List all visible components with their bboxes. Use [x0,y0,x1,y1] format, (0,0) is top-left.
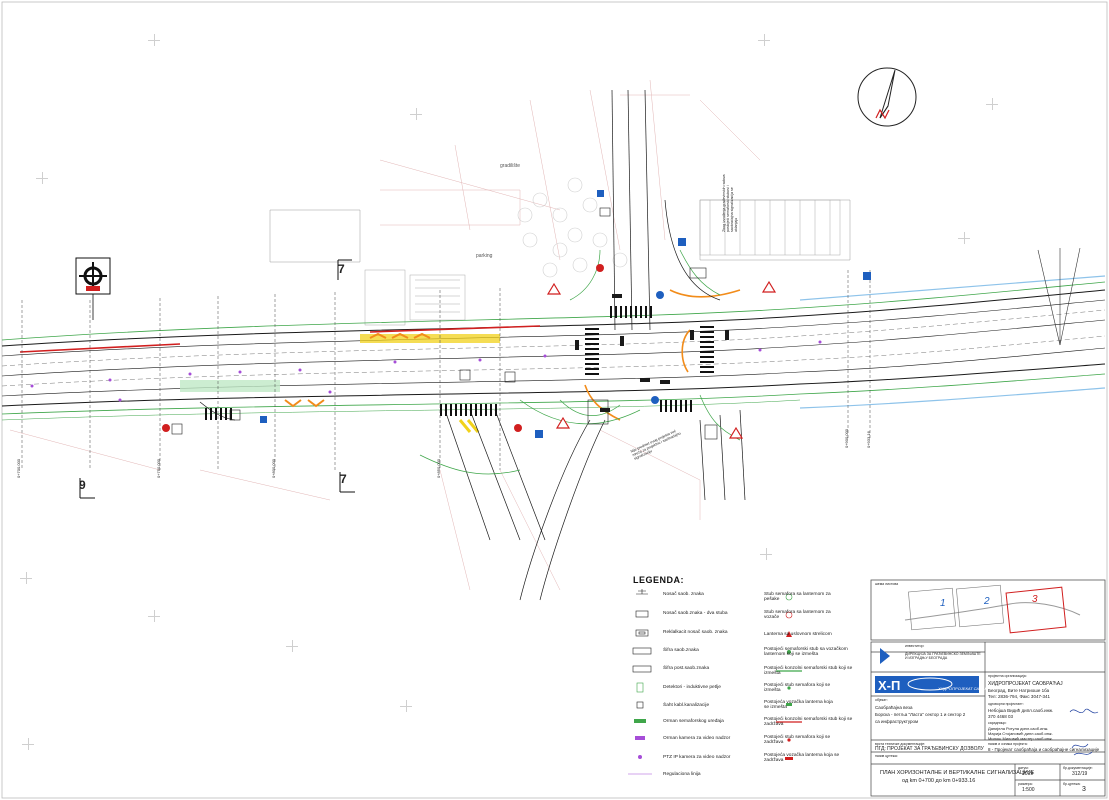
map-label-parking: parking [476,253,493,259]
key-plan-sheet-1: 1 [940,598,946,609]
docnum-value: 312/19 [1072,771,1088,777]
grid-cross [986,98,998,110]
legend-item: Stub semafora sa lanternom za pešake [764,592,831,602]
company-phone: Тел: 2836-794, Факс 3047-341 [988,694,1050,699]
investor-label: инвеститор: [905,644,925,648]
grid-cross [148,34,160,46]
chainage-label: 0+900.000 [844,428,849,448]
grid-cross [148,610,160,622]
chainage-label: 0+850.000 [436,458,441,478]
right-lines [1037,247,1081,346]
section-marks [79,259,355,499]
sheet-label: бр.цртежа: [1063,782,1081,786]
legend-item: Postojeća vozačka lanterna koja se izmeš… [764,700,833,710]
green-islands [419,249,741,475]
section-mark-top: 7 [338,262,345,276]
company-address: Београд, Вите Натриоше 1ба [988,688,1050,693]
date-value: 2019 [1022,771,1034,777]
north-arrow [857,67,917,127]
signalization-plan-drawing: Х-П [1,1,1108,799]
company-name: ХИДРОПРОЈЕКАТ САОБРАЋАЈ [988,681,1063,687]
key-plan-title: шема листова [875,582,899,586]
docnum-label: бр.документације: [1063,766,1093,770]
section-mark-left: 9 [79,478,86,492]
legend-item: Postojeći stub semafora koji se zadržava [764,735,831,745]
project-label: назив и ознака пројекта: [988,742,1028,746]
legend-item: Orman kamera za video nadzor [663,736,731,741]
section-mark-bottom: 7 [340,472,347,486]
sheet-number: 3 [1082,786,1086,793]
key-plan-sheet-3: 3 [1032,594,1038,605]
grid-cross [286,640,298,652]
legend-item: Postojeći stub semafora koji se izmešta [764,683,831,693]
legend-item: Regulaciona linija [663,772,701,777]
doc-type: ПГД: ПРОЈЕКАТ ЗА ГРАЂЕВИНСКУ ДОЗВОЛУ [875,746,984,752]
svg-text:Х-П: Х-П [878,678,900,693]
scale-label: размера: [1018,782,1033,786]
key-plan [870,579,1106,641]
chief-label: одговорни пројектант: [988,702,1024,706]
map-label-construction: gradilište [500,163,521,169]
object-label: објекат: [875,698,888,702]
chainage-label: 0+800.000 [271,458,276,478]
company-label: пројектна организација: [988,674,1027,678]
grid-cross [410,108,422,120]
drawing-range: од km 0+700 до km 0+933.16 [902,778,976,784]
legend-item: Postojeća vozačka lanterna koja se zadrž… [764,753,840,763]
legend-item: Šifra saob.znaka [663,648,699,653]
roundabout-sign [75,257,111,320]
chainage-label: 0+700.000 [16,458,21,478]
grid-cross [22,738,34,750]
chainage-label: 0+750.000 [156,458,161,478]
traffic-signs [162,190,871,439]
grid-cross [758,34,770,46]
chainage-label: 0+933.16 [866,431,871,448]
legend-item: Orman semaforskog uređaja [663,719,724,724]
legend-item: Šifra post.saob.znaka [663,666,710,671]
designers-label: сарадници: [988,721,1007,725]
chainage-lines [21,270,871,470]
map-note-north: Zbog izvođenja građevinskih radova posto… [722,174,738,232]
drawing-title: ПЛАН ХОРИЗОНТАЛНЕ И ВЕРТИКАЛНЕ СИГНАЛИЗА… [880,770,1035,776]
yellow-markings [180,332,500,433]
legend-item: Reklalkacit nosač saob. znaka [663,630,728,635]
scale-value: 1:500 [1022,787,1035,793]
object-line: са инфраструктуром [875,719,919,724]
object-line: Борска - петља "Ласта" сектор 1 и сектор… [875,712,966,717]
legend-item: Postojeći semaforski stub sa vozačkom la… [764,647,848,657]
designer: Милош Миловић мастер саоб.инж. [988,736,1053,741]
date-label: датум: [1018,766,1029,770]
grid-cross [20,572,32,584]
legend-item: Nosač saob.znaka - dva stuba [663,611,728,616]
investor-name: ДИРЕКЦИЈА ЗА ГРАЂЕВИНСКО ЗЕМЉИШТЕ И ИЗГР… [905,652,981,660]
legend-item: Nosač saob. znaka [663,592,704,597]
grid-cross [958,232,970,244]
legend-item: Stub semafora sa lanternom za vozače [764,610,831,620]
legend-title: LEGENDA: [633,575,684,585]
side-roads [199,89,746,601]
grid-cross [36,172,48,184]
legend-item: Šaht kabl.kanalizacije [663,703,710,708]
main-road [1,275,1106,421]
drawing-label: назив цртежа: [875,754,898,758]
object-line: Саобраћајна веза [875,705,913,710]
grid-cross [400,700,412,712]
legend-item: Postojeći konzolni semaforski stub koji … [764,717,853,727]
project-name: 8 - Пројекат саобраћаја и саобраћајне си… [988,747,1100,752]
legend-item: Detektori - induktivne petlje [663,685,721,690]
chief-license: 370 4468 03 [988,714,1014,719]
key-plan-sheet-2: 2 [984,596,990,607]
parking-lots [364,199,841,326]
legend-item: Postojeći konzolni semaforski stub koji … [764,666,853,676]
chief-name: Небојша Видић дипл.саоб.инж. [988,708,1054,713]
legend-item: Lanterna sa uslovnom strelicom [764,632,832,637]
legend-item: PTZ IP kamera za video nadzor [663,755,731,760]
grid-cross [760,548,772,560]
trees [517,177,628,278]
